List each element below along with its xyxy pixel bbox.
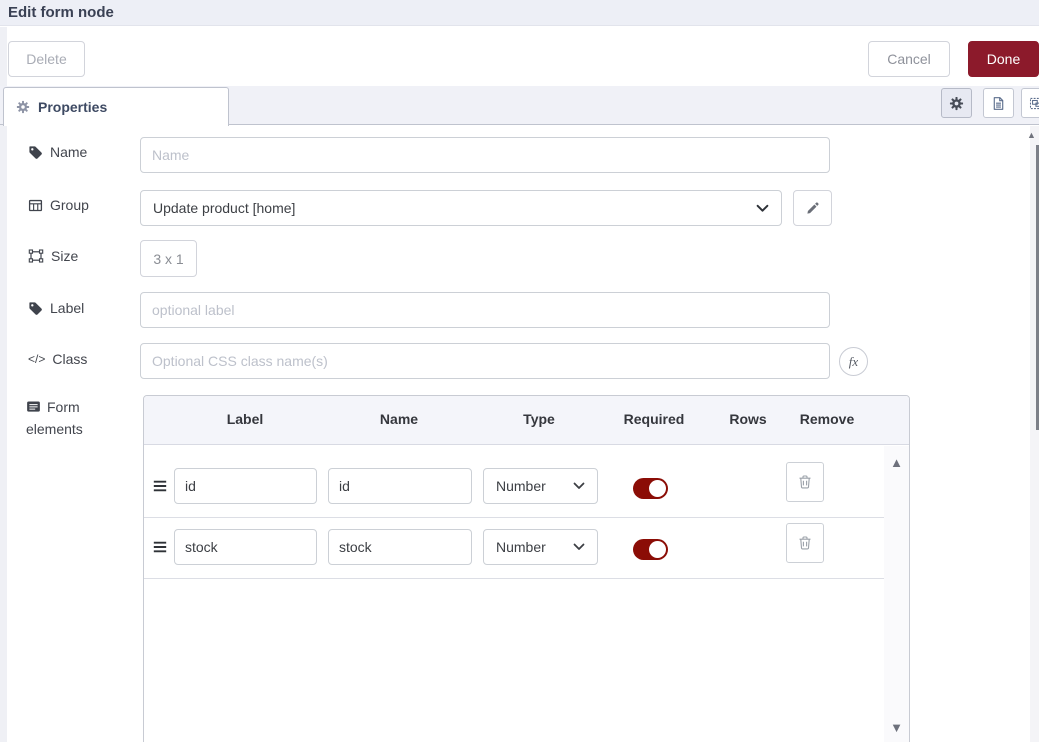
drag-handle-icon[interactable] [151, 538, 169, 556]
form-elements-field-label: Form elements [26, 396, 114, 440]
trash-icon [797, 474, 813, 490]
code-icon: </> [28, 352, 45, 366]
gear-icon [949, 96, 964, 111]
tag-icon [28, 145, 43, 160]
required-toggle[interactable] [633, 478, 668, 499]
remove-element-button[interactable] [786, 462, 824, 502]
element-type-select[interactable]: Number [483, 468, 598, 504]
cancel-button[interactable]: Cancel [868, 41, 950, 77]
table-scrollbar[interactable]: ▲ ▼ [884, 446, 909, 742]
tab-button-description[interactable] [983, 88, 1014, 118]
tab-properties[interactable]: Properties [3, 87, 229, 126]
element-name-input[interactable] [328, 529, 472, 565]
delete-button[interactable]: Delete [8, 41, 85, 77]
group-field-label: Group [28, 197, 89, 213]
size-field-label: Size [28, 248, 78, 264]
tab-properties-label: Properties [38, 99, 107, 115]
dialog-titlebar: Edit form node [0, 0, 1039, 26]
pencil-icon [806, 201, 820, 215]
form-elements-table: Label Name Type Required Rows Remove Num… [143, 395, 910, 742]
element-label-input[interactable] [174, 529, 317, 565]
column-header-required: Required [624, 411, 685, 427]
edit-group-button[interactable] [793, 190, 832, 226]
tab-button-properties[interactable] [941, 88, 972, 118]
class-field-label: </> Class [28, 351, 87, 367]
name-field-label: Name [28, 144, 87, 160]
element-type-value: Number [496, 478, 546, 494]
element-type-select[interactable]: Number [483, 529, 598, 565]
document-icon [991, 96, 1006, 111]
column-header-remove: Remove [800, 411, 854, 427]
class-input[interactable] [140, 343, 830, 379]
column-header-label: Label [227, 411, 264, 427]
scroll-up-icon[interactable]: ▲ [890, 456, 903, 469]
row-divider [144, 517, 885, 518]
required-toggle[interactable] [633, 539, 668, 560]
size-button[interactable]: 3 x 1 [140, 240, 197, 277]
tag-icon [28, 301, 43, 316]
trash-icon [797, 535, 813, 551]
gear-icon [16, 100, 30, 114]
label-input[interactable] [140, 292, 830, 328]
group-select-value: Update product [home] [153, 200, 295, 216]
chevron-down-icon [756, 204, 769, 213]
edit-form-node-dialog: Edit form node Delete Cancel Done Proper… [0, 0, 1039, 742]
form-elements-table-header: Label Name Type Required Rows Remove [144, 396, 909, 445]
drag-handle-icon[interactable] [151, 477, 169, 495]
tray-edge [0, 27, 7, 742]
chevron-down-icon [573, 543, 585, 551]
column-header-name: Name [380, 411, 418, 427]
column-header-type: Type [523, 411, 555, 427]
group-select[interactable]: Update product [home] [140, 190, 782, 226]
element-label-input[interactable] [174, 468, 317, 504]
page-scroll-up-icon[interactable]: ▲ [1027, 130, 1036, 140]
tab-button-appearance[interactable] [1021, 88, 1039, 118]
name-input[interactable] [140, 137, 830, 173]
element-type-value: Number [496, 539, 546, 555]
dialog-title: Edit form node [8, 4, 114, 21]
remove-element-button[interactable] [786, 523, 824, 563]
element-name-input[interactable] [328, 468, 472, 504]
toggle-knob [649, 541, 666, 558]
object-group-icon [1029, 96, 1039, 111]
class-expression-button[interactable]: fx [839, 347, 868, 376]
done-button[interactable]: Done [968, 41, 1039, 77]
toggle-knob [649, 480, 666, 497]
row-divider [144, 578, 885, 579]
chevron-down-icon [573, 482, 585, 490]
fx-icon: fx [849, 354, 858, 370]
object-group-icon [28, 248, 44, 264]
label-field-label: Label [28, 300, 84, 316]
scroll-down-icon[interactable]: ▼ [890, 721, 903, 734]
column-header-rows: Rows [729, 411, 766, 427]
list-alt-icon [26, 399, 41, 414]
table-icon [28, 198, 43, 213]
